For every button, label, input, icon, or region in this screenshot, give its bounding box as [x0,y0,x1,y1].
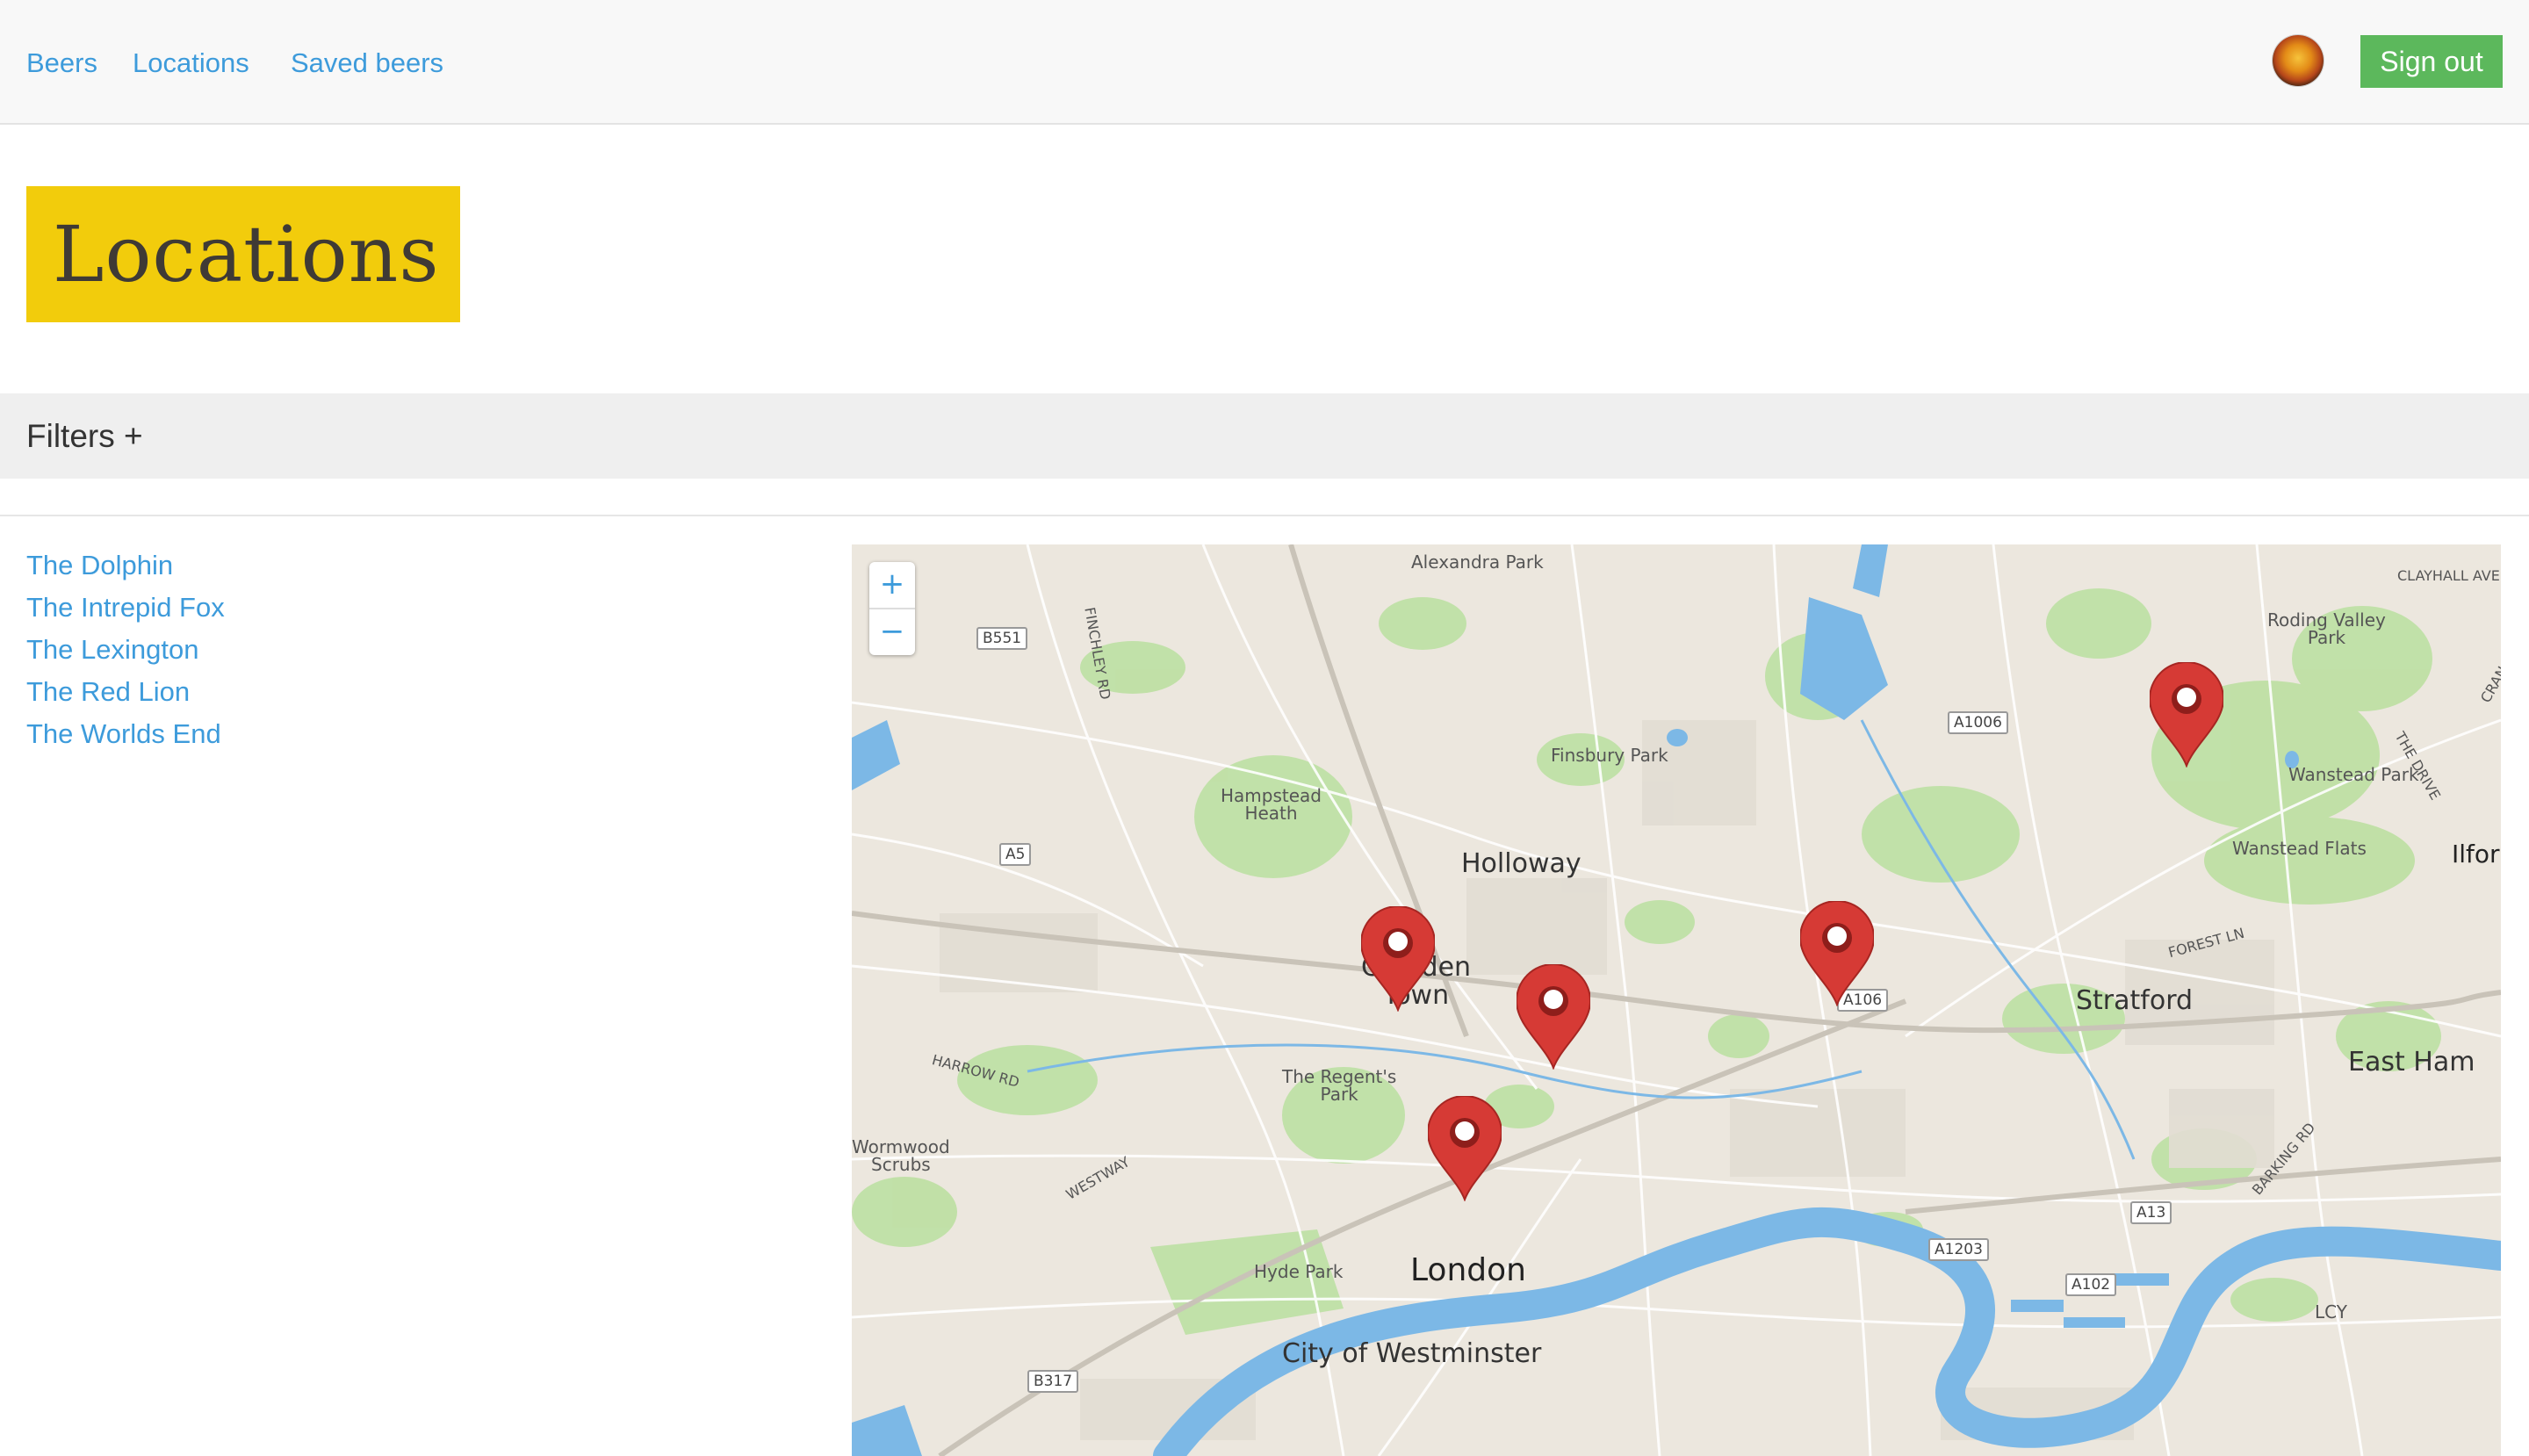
map-marker-pin-icon [1426,1095,1503,1202]
nav-link-saved-beers[interactable]: Saved beers [291,46,443,81]
sign-out-button[interactable]: Sign out [2360,35,2503,88]
location-link-the-dolphin[interactable]: The Dolphin [26,550,173,580]
nav-link-locations[interactable]: Locations [133,46,249,81]
filters-bar[interactable]: Filters + [0,393,2529,479]
locations-map[interactable]: + − Alexandra Park CLAYHALL AVE Roding V… [852,544,2501,1456]
map-marker-pin-icon [1515,963,1592,1070]
list-item: The Lexington [26,629,225,671]
map-marker[interactable] [1359,905,1437,1013]
map-label-london: London [1410,1252,1526,1288]
nav-link-beers[interactable]: Beers [26,46,97,81]
map-label-hyde-park: Hyde Park [1254,1261,1344,1282]
road-label-b317: B317 [1027,1370,1079,1393]
map-label-regents-park: The Regent's Park [1282,1066,1397,1105]
road-label-a13: A13 [2130,1201,2172,1224]
road-label-a1006: A1006 [1948,711,2008,734]
list-item: The Red Lion [26,671,225,713]
map-label-wanstead-flats: Wanstead Flats [2232,838,2367,859]
map-label-wormwood-scrubs: Wormwood Scrubs [852,1136,950,1175]
map-label-holloway: Holloway [1461,848,1582,879]
location-link-the-worlds-end[interactable]: The Worlds End [26,718,221,749]
road-label-a1203: A1203 [1928,1238,1989,1261]
map-label-clayhall: CLAYHALL AVE [2397,567,2500,584]
map-marker[interactable] [1426,1095,1503,1202]
filters-toggle[interactable]: Filters + [26,393,143,479]
list-item: The Dolphin [26,544,225,587]
map-label-east-ham: East Ham [2348,1047,2475,1078]
map-marker[interactable] [1798,900,1876,1007]
zoom-in-button[interactable]: + [869,562,915,609]
list-item: The Intrepid Fox [26,587,225,629]
location-link-the-intrepid-fox[interactable]: The Intrepid Fox [26,592,225,623]
map-label-city-of-westminster: City of Westminster [1282,1338,1542,1369]
page-title-banner: Locations [26,186,460,322]
map-label-alexandra-park: Alexandra Park [1411,551,1544,573]
zoom-out-button[interactable]: − [869,609,915,655]
map-label-ilford: Ilfor [2452,840,2500,869]
location-link-the-red-lion[interactable]: The Red Lion [26,676,190,707]
location-link-the-lexington[interactable]: The Lexington [26,634,198,665]
road-label-b551: B551 [976,627,1028,650]
map-marker[interactable] [2148,661,2225,768]
divider [0,515,2529,516]
top-navbar: Beers Locations Saved beers Sign out [0,0,2529,125]
zoom-control: + − [869,562,915,655]
user-avatar[interactable] [2273,35,2324,86]
map-label-stratford: Stratford [2076,985,2194,1016]
map-marker[interactable] [1515,963,1592,1070]
locations-list: The Dolphin The Intrepid Fox The Lexingt… [26,544,225,755]
map-label-roding-valley: Roding Valley Park [2267,609,2386,648]
map-marker-pin-icon [1798,900,1876,1007]
list-item: The Worlds End [26,713,225,755]
road-label-a102: A102 [2065,1273,2117,1296]
map-marker-pin-icon [2148,661,2225,768]
map-label-hampstead-heath: Hampstead Heath [1221,785,1322,824]
road-label-a5: A5 [999,843,1032,866]
map-marker-pin-icon [1359,905,1437,1013]
map-label-lcy: LCY [2315,1301,2347,1323]
map-label-wanstead-park: Wanstead Park [2288,764,2419,785]
page-title: Locations [53,209,440,299]
map-label-finsbury-park: Finsbury Park [1551,745,1668,766]
